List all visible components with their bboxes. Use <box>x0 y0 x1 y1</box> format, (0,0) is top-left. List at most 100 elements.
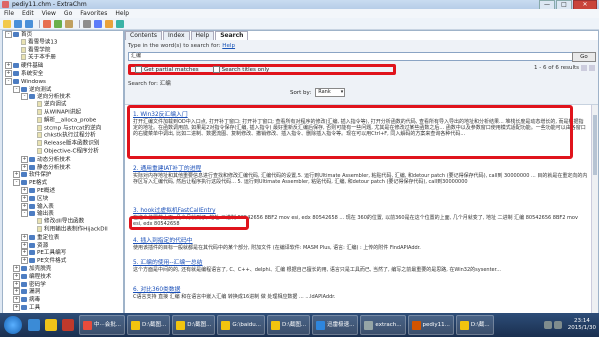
back-icon[interactable] <box>14 19 22 28</box>
tree-item[interactable]: 看雪导读13 <box>3 38 123 47</box>
result-title[interactable]: 5. 汇编的使用--汇编一总结 <box>133 257 588 266</box>
scrollbar-thumb[interactable] <box>593 115 597 175</box>
options-icon[interactable] <box>94 19 102 28</box>
collapse-icon[interactable]: - <box>21 210 28 218</box>
titles-only-checkbox[interactable] <box>212 66 220 73</box>
taskbar-task[interactable]: D:\截图... <box>172 315 216 335</box>
collapse-icon[interactable]: - <box>5 31 12 38</box>
start-button[interactable] <box>4 316 22 334</box>
collapse-icon[interactable]: - <box>5 77 12 85</box>
expand-icon[interactable]: + <box>13 303 20 311</box>
tree-item[interactable]: + 系统安全 <box>3 69 123 78</box>
tree-item[interactable]: + 软件保护 <box>3 171 123 179</box>
search-go-button[interactable]: Go <box>572 52 596 62</box>
explorer-icon[interactable] <box>45 319 57 331</box>
titles-only-option[interactable]: Search titles only <box>212 66 269 73</box>
tree-item[interactable]: + 区块 <box>3 194 123 203</box>
tree-item[interactable]: 利用输出表制作HijackDll <box>3 225 123 234</box>
tree-item[interactable]: - PE格式 <box>3 179 123 187</box>
search-help-link[interactable]: Help <box>222 43 235 49</box>
expand-icon[interactable]: + <box>21 202 28 210</box>
home-icon[interactable] <box>65 19 73 28</box>
sort-select[interactable]: Rank <box>315 88 346 97</box>
tree-item[interactable]: - 输出表 <box>3 210 123 218</box>
results-scrollbar[interactable] <box>591 105 598 314</box>
tree-item[interactable]: + 资源 <box>3 241 123 250</box>
tree-item[interactable]: chkstk执行过程分析 <box>3 132 123 140</box>
print-icon[interactable] <box>83 19 91 28</box>
search-input[interactable]: 汇编 <box>128 52 582 61</box>
expand-icon[interactable]: + <box>13 264 20 272</box>
collapse-icon[interactable]: - <box>13 179 20 187</box>
stop-icon[interactable] <box>43 19 51 28</box>
tree-item[interactable]: + 病毒 <box>3 296 123 304</box>
tab-help[interactable]: Help <box>190 31 215 40</box>
tree-item[interactable]: + 工具 <box>3 303 123 312</box>
collapse-icon[interactable]: - <box>13 85 20 93</box>
tree-item[interactable]: + 动态分析技术 <box>3 155 123 164</box>
tree-item[interactable]: stcmp 与strcat的逆向 <box>3 124 123 133</box>
favorites-icon[interactable] <box>105 19 113 28</box>
refresh-icon[interactable] <box>54 19 62 28</box>
ie-icon[interactable] <box>28 319 40 331</box>
forward-icon[interactable] <box>25 19 33 28</box>
tree-item[interactable]: + 静态分析技术 <box>3 163 123 172</box>
menu-help[interactable]: Help <box>111 9 133 18</box>
expand-icon[interactable]: + <box>13 288 20 296</box>
expand-icon[interactable]: + <box>13 272 20 280</box>
taskbar-task[interactable]: D:\截图... <box>266 315 311 335</box>
expand-icon[interactable]: + <box>21 249 28 257</box>
tree-item[interactable]: 解析__alloca_probe <box>3 116 123 125</box>
menu-file[interactable]: File <box>0 9 18 18</box>
volume-icon[interactable] <box>553 321 562 329</box>
expand-icon[interactable]: + <box>21 186 28 194</box>
tree-item[interactable]: + 漏洞 <box>3 288 123 296</box>
expand-icon[interactable]: + <box>21 155 28 163</box>
expand-icon[interactable]: + <box>21 233 28 241</box>
expand-icon[interactable]: + <box>21 194 28 202</box>
tree-item[interactable]: + PE工具编写 <box>3 249 123 257</box>
tree-item[interactable]: + 加壳脱壳 <box>3 264 123 273</box>
tree-item[interactable]: 从WINAPI讲起 <box>3 108 123 117</box>
taskbar-task[interactable]: pediy11... <box>407 315 454 335</box>
tree-item[interactable]: + PE概述 <box>3 186 123 195</box>
prev-results-icon[interactable] <box>581 65 587 71</box>
tree-item[interactable]: Objective-C程序分析 <box>3 147 123 156</box>
tree-item[interactable]: - Windows <box>3 77 123 86</box>
search-icon[interactable] <box>116 19 124 28</box>
expand-icon[interactable]: + <box>21 163 28 171</box>
collapse-icon[interactable]: - <box>21 93 28 101</box>
tab-index[interactable]: Index <box>163 31 190 40</box>
taskbar-task[interactable]: D:\截图... <box>127 315 171 335</box>
tree-item[interactable]: 修改dll导出函数 <box>3 218 123 226</box>
tree-item[interactable]: + 硬件基础 <box>3 62 123 70</box>
taskbar-task[interactable]: G:\baidu... <box>217 315 265 335</box>
taskbar-task[interactable]: D:\截... <box>455 315 494 335</box>
tree-item[interactable]: 逆向调试 <box>3 101 123 109</box>
network-icon[interactable] <box>543 321 552 329</box>
result-title[interactable]: 4. 插入到指定的代码中 <box>133 235 588 244</box>
taskbar-task[interactable]: extrach... <box>360 315 406 335</box>
expand-icon[interactable]: + <box>5 69 12 77</box>
menu-favorites[interactable]: Favorites <box>76 9 111 18</box>
expand-icon[interactable]: + <box>13 171 20 179</box>
tree-item[interactable]: Release版本函数识别 <box>3 140 123 148</box>
menu-view[interactable]: View <box>38 9 60 18</box>
tree-item[interactable]: - 逆向测试 <box>3 85 123 94</box>
result-title[interactable]: 2. 通用重建IAT补丁的进程 <box>133 163 588 172</box>
menu-edit[interactable]: Edit <box>18 9 38 18</box>
expand-icon[interactable]: + <box>21 241 28 249</box>
tab-search[interactable]: Search <box>215 31 249 40</box>
media-icon[interactable] <box>62 319 74 331</box>
partial-matches-checkbox[interactable] <box>135 66 142 73</box>
tree-item[interactable]: - 逆向分析技术 <box>3 93 123 101</box>
tree-item[interactable]: 看雪学院 <box>3 46 123 55</box>
tree-item[interactable]: + PE文件格式 <box>3 257 123 265</box>
tree-item[interactable]: + 密码学 <box>3 280 123 289</box>
tab-contents[interactable]: Contents <box>125 31 162 40</box>
result-title[interactable]: 3. hook过虚拟机FastCallEntry <box>133 205 588 214</box>
expand-icon[interactable]: + <box>13 296 20 304</box>
result-title[interactable]: 6. 对比360类数据 <box>133 284 588 293</box>
tree-item[interactable]: 关于本手册 <box>3 54 123 62</box>
next-results-icon[interactable] <box>589 65 595 71</box>
